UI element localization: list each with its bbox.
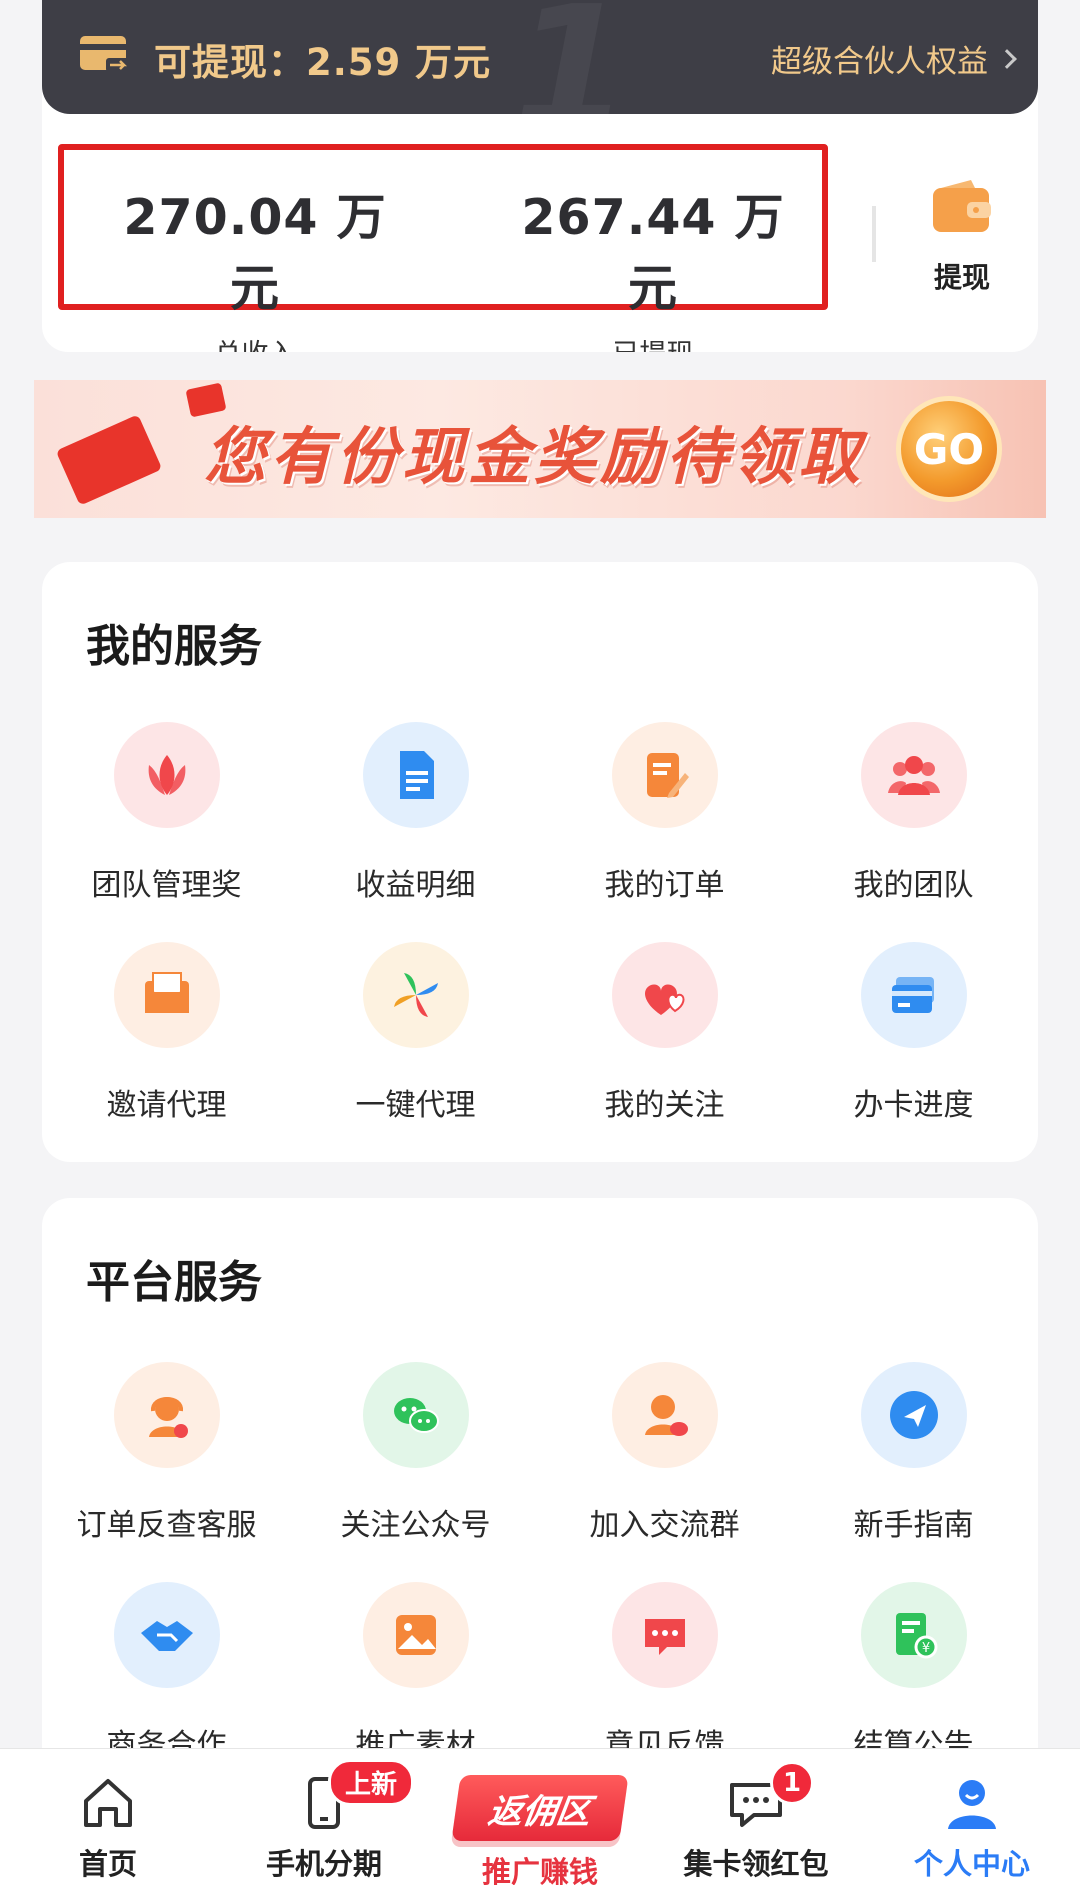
withdraw-button[interactable]: 提现 (912, 178, 1012, 296)
nav-installment-label: 手机分期 (265, 1847, 382, 1881)
promo-zone-label[interactable]: 推广赚钱 (432, 1849, 648, 1885)
my-services-item-label: 一键代理 (355, 1088, 476, 1123)
total-income-label: 总收入 (110, 332, 400, 352)
cash-reward-banner[interactable]: 您有份现金奖励待领取 GO (34, 380, 1046, 518)
my-services-item-label: 办卡进度 (853, 1088, 974, 1123)
my-services-item-label: 收益明细 (355, 868, 476, 903)
my-services-item-hearts[interactable]: 我的关注 (540, 942, 789, 1124)
my-services-item-label: 我的订单 (604, 868, 725, 903)
nav-profile-label: 个人中心 (913, 1847, 1030, 1881)
super-partner-label: 超级合伙人权益 (771, 44, 988, 80)
my-services-item-label: 团队管理奖 (91, 868, 242, 903)
hearts-icon (611, 942, 718, 1048)
my-services-item-label: 邀请代理 (106, 1088, 227, 1123)
platform-services-item-image[interactable]: 推广素材 (291, 1582, 540, 1764)
platform-services-item-feedback[interactable]: 意见反馈 (540, 1582, 789, 1764)
withdrawn-stat: 267.44 万元 已提现 (508, 178, 798, 352)
pinwheel-icon (362, 942, 469, 1048)
bottom-navigation: 首页 上新 手机分期 返佣区 推广赚钱 1 集卡领红包 个人中心 (0, 1748, 1080, 1885)
my-services-title: 我的服务 (86, 621, 262, 672)
total-income-value: 270.04 万元 (123, 189, 387, 317)
nav-profile[interactable]: 个人中心 (864, 1749, 1080, 1885)
my-services-item-order-edit[interactable]: 我的订单 (540, 722, 789, 904)
my-services-item-pinwheel[interactable]: 一键代理 (291, 942, 540, 1124)
wallet-icon (933, 180, 991, 232)
envelope-icon (113, 942, 220, 1048)
new-badge: 上新 (328, 1759, 415, 1806)
nav-installment[interactable]: 上新 手机分期 (216, 1749, 432, 1885)
navigation-icon (860, 1362, 967, 1468)
customer-service-icon (113, 1362, 220, 1468)
nav-collect-cards-label: 集卡领红包 (683, 1847, 829, 1881)
withdrawn-label: 已提现 (508, 332, 798, 352)
group-chat-icon (611, 1362, 718, 1468)
handshake-icon (113, 1582, 220, 1688)
promo-zone-button[interactable]: 返佣区 (451, 1775, 629, 1841)
divider (872, 206, 876, 262)
platform-services-item-settlement-notice[interactable]: ¥ 结算公告 (789, 1582, 1038, 1764)
user-profile-icon (948, 1780, 996, 1829)
platform-services-item-label: 加入交流群 (589, 1508, 740, 1543)
my-services-item-team[interactable]: 我的团队 (789, 722, 1038, 904)
my-services-item-cards[interactable]: 办卡进度 (789, 942, 1038, 1124)
cards-icon (860, 942, 967, 1048)
chevron-right-icon (997, 48, 1017, 69)
my-services-item-lotus[interactable]: 团队管理奖 (42, 722, 291, 904)
order-edit-icon (611, 722, 718, 828)
svg-text:¥: ¥ (921, 1641, 929, 1656)
platform-services-item-label: 新手指南 (853, 1508, 974, 1543)
my-services-item-label: 我的团队 (853, 868, 974, 903)
document-icon (362, 722, 469, 828)
platform-services-item-label: 订单反查客服 (76, 1508, 257, 1543)
my-services-card: 我的服务 团队管理奖 收益明细 我的订单 我的团队邀请代理 一键代理 我的关注 办卡进度 (42, 562, 1038, 1162)
red-envelope-icon (55, 414, 163, 506)
nav-collect-cards[interactable]: 1 集卡领红包 (648, 1749, 864, 1885)
platform-services-title: 平台服务 (86, 1257, 262, 1308)
nav-home-label: 首页 (78, 1847, 137, 1881)
platform-services-item-navigation[interactable]: 新手指南 (789, 1362, 1038, 1544)
total-income-stat: 270.04 万元 总收入 (110, 178, 400, 352)
wallet-card-icon (80, 36, 130, 72)
withdrawn-value: 267.44 万元 (521, 189, 785, 317)
withdraw-label: 提现 (933, 261, 990, 294)
platform-services-item-label: 关注公众号 (340, 1508, 491, 1543)
home-icon (84, 1779, 132, 1827)
platform-services-item-customer-service[interactable]: 订单反查客服 (42, 1362, 291, 1544)
wechat-icon (362, 1362, 469, 1468)
my-services-item-label: 我的关注 (604, 1088, 725, 1123)
go-button[interactable]: GO (896, 396, 1002, 502)
super-partner-link[interactable]: 超级合伙人权益 (771, 36, 1017, 81)
image-icon (362, 1582, 469, 1688)
earnings-card: 1 可提现：2.59 万元 超级合伙人权益 270.04 万元 总收入 267.… (42, 0, 1038, 352)
notification-count-badge: 1 (770, 1761, 814, 1805)
feedback-icon (611, 1582, 718, 1688)
platform-services-item-group-chat[interactable]: 加入交流群 (540, 1362, 789, 1544)
nav-home[interactable]: 首页 (0, 1749, 216, 1885)
team-icon (860, 722, 967, 828)
banner-text: 您有份现金奖励待领取 (204, 420, 865, 493)
earnings-header: 1 可提现：2.59 万元 超级合伙人权益 (42, 0, 1038, 114)
platform-services-item-wechat[interactable]: 关注公众号 (291, 1362, 540, 1544)
settlement-notice-icon: ¥ (860, 1582, 967, 1688)
my-services-item-document[interactable]: 收益明细 (291, 722, 540, 904)
header-decoration: 1 (512, 0, 631, 114)
withdrawable-amount: 可提现：2.59 万元 (154, 41, 492, 84)
platform-services-item-handshake[interactable]: 商务合作 (42, 1582, 291, 1764)
lotus-icon (113, 722, 220, 828)
my-services-item-envelope[interactable]: 邀请代理 (42, 942, 291, 1124)
